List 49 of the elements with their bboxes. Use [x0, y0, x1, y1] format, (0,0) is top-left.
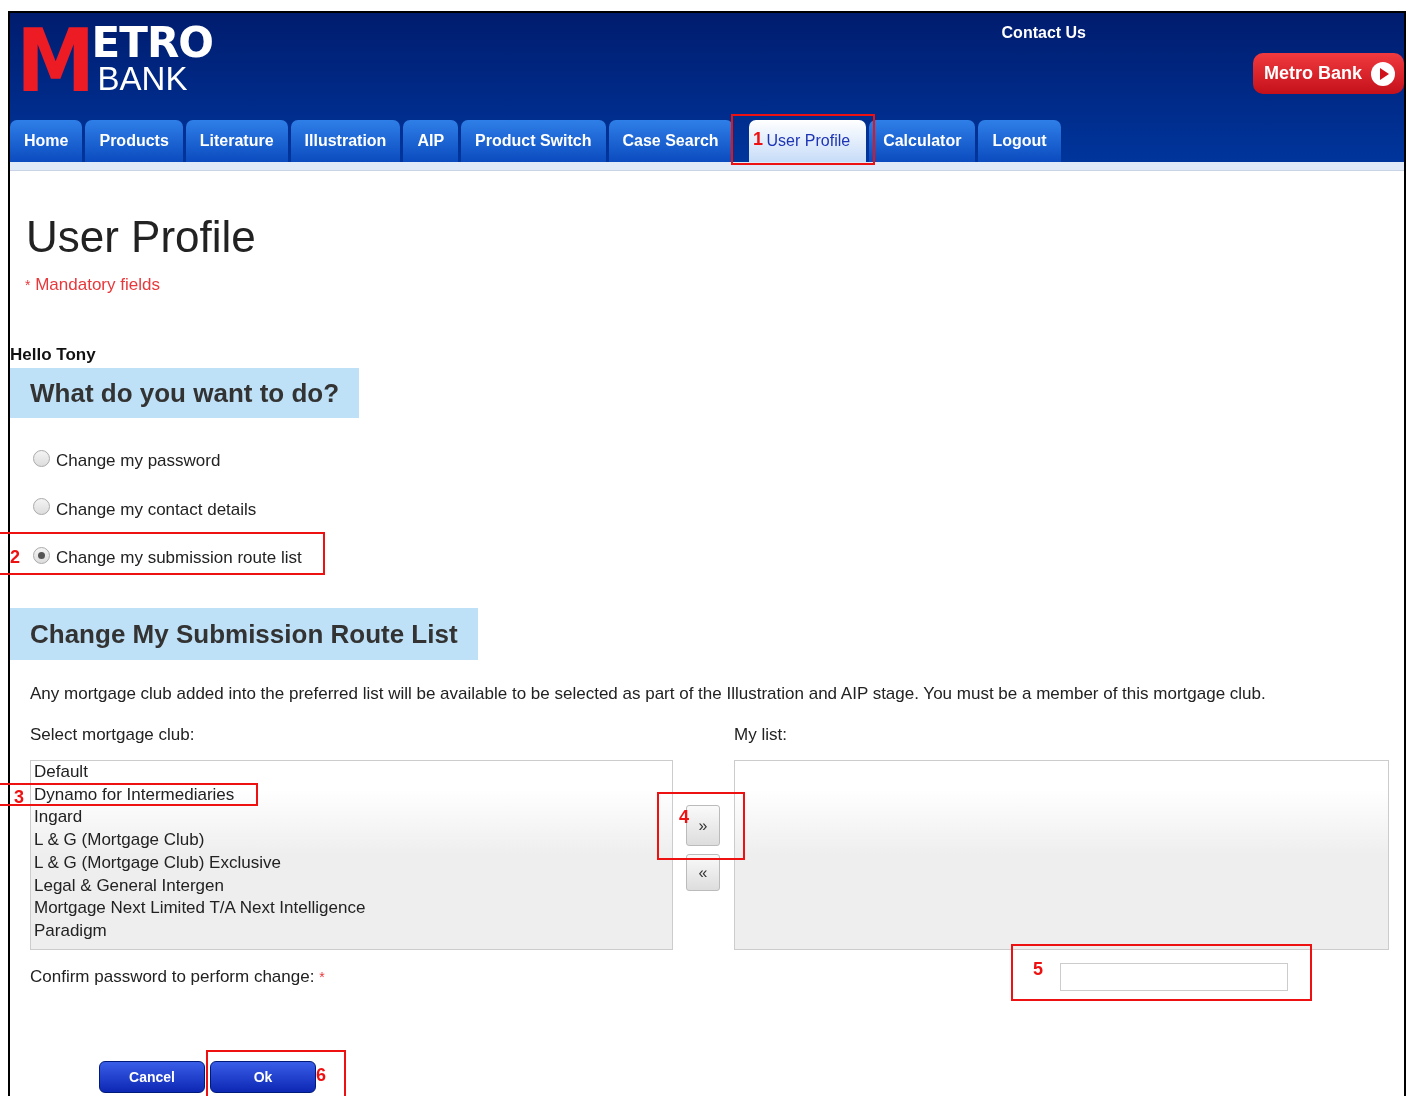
list-item[interactable]: Ingard [31, 806, 672, 830]
annotation-number: 2 [10, 548, 20, 566]
required-mark: * [25, 277, 31, 293]
annotation-number: 3 [14, 788, 24, 806]
nav-tab[interactable]: Calculator [869, 120, 976, 162]
nav-tab[interactable]: Logout [978, 120, 1061, 162]
ok-button[interactable]: Ok [210, 1061, 316, 1093]
list-item[interactable]: Dynamo for Intermediaries [31, 783, 672, 807]
play-icon [1370, 60, 1396, 87]
section-heading: Change My Submission Route List [10, 608, 478, 660]
nav-tab[interactable]: Product Switch [461, 120, 606, 162]
annotation-number: 6 [316, 1066, 326, 1084]
my-listbox[interactable] [734, 760, 1389, 950]
nav-tab[interactable]: Home [10, 120, 83, 162]
remove-button[interactable]: « [686, 854, 720, 891]
nav-tab[interactable]: Literature [185, 120, 288, 162]
option-label[interactable]: Change my submission route list [56, 548, 302, 568]
password-label: Confirm password to perform change: [30, 967, 315, 986]
metro-bank-button[interactable]: Metro Bank [1253, 53, 1404, 94]
select-label: Select mortgage club: [30, 725, 196, 746]
annotation-number: 4 [679, 808, 689, 826]
list-item[interactable]: L & G (Mortgage Club) Exclusive [31, 851, 672, 875]
section-heading: What do you want to do? [10, 368, 360, 418]
radio-button[interactable] [33, 546, 50, 564]
nav-tab[interactable]: Illustration [290, 120, 401, 162]
annotation-number: 1 [753, 130, 763, 148]
nav-tab[interactable]: Products [85, 120, 183, 162]
nav-tab[interactable]: Case Search [608, 120, 733, 162]
club-listbox[interactable]: Default Dynamo for Intermediaries Ingard L & G (Mortgage Club) L & G (Mortgage Club) Exclusive Legal & General Intergen Mortgage Next Limited T/A Next Intelligence Paradigm [30, 760, 673, 950]
page-title: User Profile [26, 211, 257, 263]
annotation-number: 5 [1033, 960, 1043, 978]
my-list-label: My list: [734, 725, 788, 746]
mandatory-note: Mandatory fields [35, 275, 160, 294]
list-item[interactable]: Default [31, 761, 672, 784]
radio-button[interactable] [33, 498, 50, 515]
list-item[interactable]: Mortgage Next Limited T/A Next Intelligence [31, 897, 672, 920]
option-label[interactable]: Change my contact details [56, 499, 257, 520]
password-field[interactable] [1060, 963, 1288, 991]
nav-tab[interactable]: AIP [403, 120, 459, 162]
cancel-button[interactable]: Cancel [99, 1061, 205, 1093]
list-item[interactable]: L & G (Mortgage Club) [31, 829, 672, 852]
required-mark: * [319, 969, 325, 985]
list-item[interactable]: Paradigm [31, 919, 672, 943]
greeting: Hello Tony [10, 345, 97, 365]
contact-link[interactable]: Contact Us [1001, 24, 1086, 42]
description: Any mortgage club added into the preferred list will be available to be selected as part of the Illustration and AIP stage. You must be a member of this mortgage club. [30, 684, 1267, 704]
radio-button[interactable] [33, 449, 50, 467]
option-label[interactable]: Change my password [56, 451, 221, 471]
list-item[interactable]: Legal & General Intergen [31, 874, 672, 898]
